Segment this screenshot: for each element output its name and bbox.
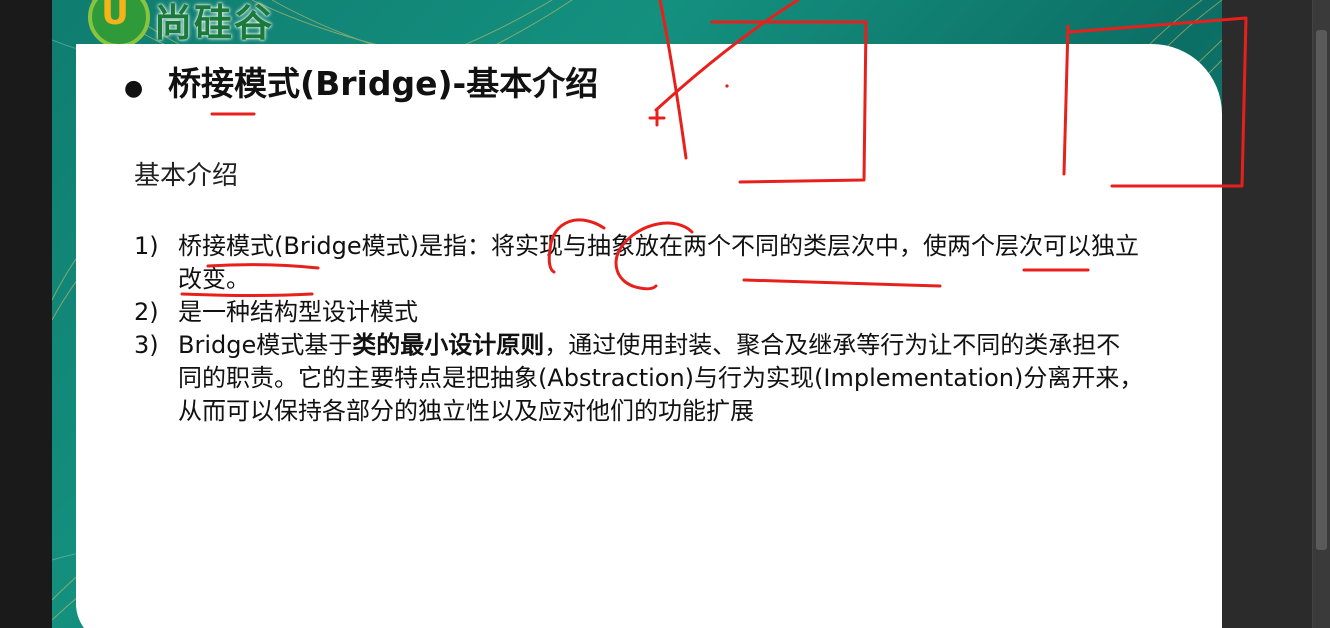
list-item-text: 是一种结构型设计模式: [178, 298, 418, 326]
logo-text: 尚硅谷: [154, 1, 275, 45]
window-left-margin: [0, 0, 52, 628]
vertical-scrollbar[interactable]: [1312, 0, 1330, 628]
title-bullet-icon: ●: [124, 76, 144, 101]
list-item-number: 3): [134, 331, 159, 359]
section-heading: 基本介绍: [134, 161, 239, 191]
list-item: 2) 是一种结构型设计模式: [134, 296, 1144, 329]
intro-list: 1) 桥接模式(Bridge模式)是指：将实现与抽象放在两个不同的类层次中，使两…: [134, 230, 1144, 428]
list-item-text: 桥接模式(Bridge模式)是指：将实现与抽象放在两个不同的类层次中，使两个层次…: [178, 232, 1139, 293]
list-item-text-bold: 类的最小设计原则: [352, 331, 545, 359]
list-item: 1) 桥接模式(Bridge模式)是指：将实现与抽象放在两个不同的类层次中，使两…: [134, 230, 1144, 296]
list-item: 3) Bridge模式基于类的最小设计原则，通过使用封装、聚合及继承等行为让不同…: [134, 329, 1144, 428]
list-item-number: 1): [134, 232, 159, 260]
list-item-text-pre: Bridge模式基于: [178, 331, 353, 359]
list-item-number: 2): [134, 298, 159, 326]
logo-mark-letter: U: [101, 0, 129, 33]
list-item-text: Bridge模式基于类的最小设计原则，通过使用封装、聚合及继承等行为让不同的类承…: [178, 329, 1144, 428]
scrollbar-thumb[interactable]: [1316, 30, 1327, 550]
slide-title: 桥接模式(Bridge)-基本介绍: [168, 64, 599, 103]
